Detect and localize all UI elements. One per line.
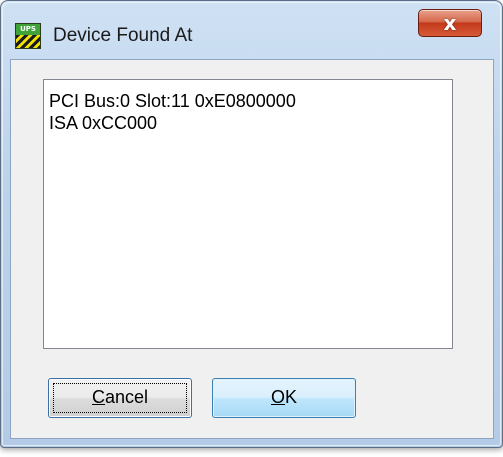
device-listbox[interactable]: PCI Bus:0 Slot:11 0xE0800000 ISA 0xCC000	[43, 79, 453, 349]
ok-label-rest: K	[285, 387, 298, 407]
cancel-mnemonic: C	[91, 387, 105, 407]
close-button[interactable]: x	[418, 9, 482, 37]
title-bar[interactable]: UPS Device Found At x	[1, 1, 502, 49]
ok-mnemonic: O	[270, 387, 285, 407]
ok-button[interactable]: OK	[212, 378, 356, 418]
ups-app-icon: UPS	[15, 23, 41, 49]
window-title: Device Found At	[53, 25, 193, 46]
cancel-button[interactable]: Cancel	[48, 378, 192, 418]
app-icon-text: UPS	[20, 25, 36, 33]
cancel-button-label: Cancel	[92, 387, 148, 407]
list-item[interactable]: PCI Bus:0 Slot:11 0xE0800000	[49, 91, 296, 112]
ok-button-label: OK	[271, 387, 297, 407]
list-item[interactable]: ISA 0xCC000	[49, 113, 157, 134]
app-icon-stripes	[16, 35, 40, 48]
close-icon: x	[443, 11, 457, 35]
dialog-client-area: PCI Bus:0 Slot:11 0xE0800000 ISA 0xCC000…	[10, 59, 494, 439]
cancel-label-rest: ancel	[104, 387, 149, 407]
dialog-window: UPS Device Found At x PCI Bus:0 Slot:11 …	[0, 0, 503, 448]
